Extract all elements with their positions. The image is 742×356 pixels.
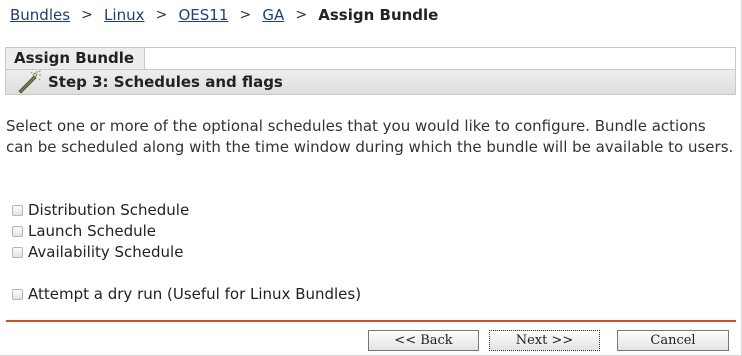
- dry-run-checkbox[interactable]: [12, 288, 23, 300]
- breadcrumb-link-bundles[interactable]: Bundles: [10, 6, 70, 24]
- breadcrumb-link-oes11[interactable]: OES11: [178, 6, 228, 24]
- breadcrumb-link-ga[interactable]: GA: [262, 6, 284, 24]
- wizard-wand-icon: [16, 70, 42, 94]
- distribution-schedule-label: Distribution Schedule: [28, 201, 190, 219]
- breadcrumb-current: Assign Bundle: [318, 6, 439, 24]
- breadcrumb-link-linux[interactable]: Linux: [104, 6, 144, 24]
- distribution-schedule-checkbox[interactable]: [12, 204, 23, 216]
- availability-schedule-checkbox[interactable]: [12, 246, 23, 258]
- dry-run-label: Attempt a dry run (Useful for Linux Bund…: [28, 285, 362, 303]
- footer-divider: [6, 320, 736, 322]
- panel-tab-title: Assign Bundle: [6, 48, 145, 70]
- breadcrumb-separator: >: [81, 7, 93, 23]
- breadcrumb: Bundles > Linux > OES11 > GA > Assign Bu…: [10, 4, 438, 26]
- breadcrumb-separator: >: [155, 7, 168, 23]
- breadcrumb-separator: >: [295, 7, 308, 23]
- step-title: Step 3: Schedules and flags: [48, 73, 283, 91]
- option-distribution-schedule[interactable]: Distribution Schedule: [12, 201, 189, 219]
- cancel-button[interactable]: Cancel: [617, 330, 729, 351]
- option-dry-run[interactable]: Attempt a dry run (Useful for Linux Bund…: [12, 285, 361, 303]
- wizard-panel: Assign Bundle Step 3: Schedules and flag…: [5, 47, 736, 95]
- instructions-text: Select one or more of the optional sched…: [6, 117, 734, 156]
- back-button[interactable]: << Back: [368, 330, 479, 351]
- next-button[interactable]: Next >>: [489, 330, 600, 351]
- launch-schedule-checkbox[interactable]: [12, 225, 23, 237]
- launch-schedule-label: Launch Schedule: [28, 222, 157, 240]
- option-launch-schedule[interactable]: Launch Schedule: [12, 222, 156, 240]
- panel-tab-strip: [145, 48, 735, 70]
- step-bar: Step 3: Schedules and flags: [6, 70, 735, 94]
- availability-schedule-label: Availability Schedule: [28, 243, 184, 261]
- breadcrumb-separator: >: [239, 7, 252, 23]
- option-availability-schedule[interactable]: Availability Schedule: [12, 243, 183, 261]
